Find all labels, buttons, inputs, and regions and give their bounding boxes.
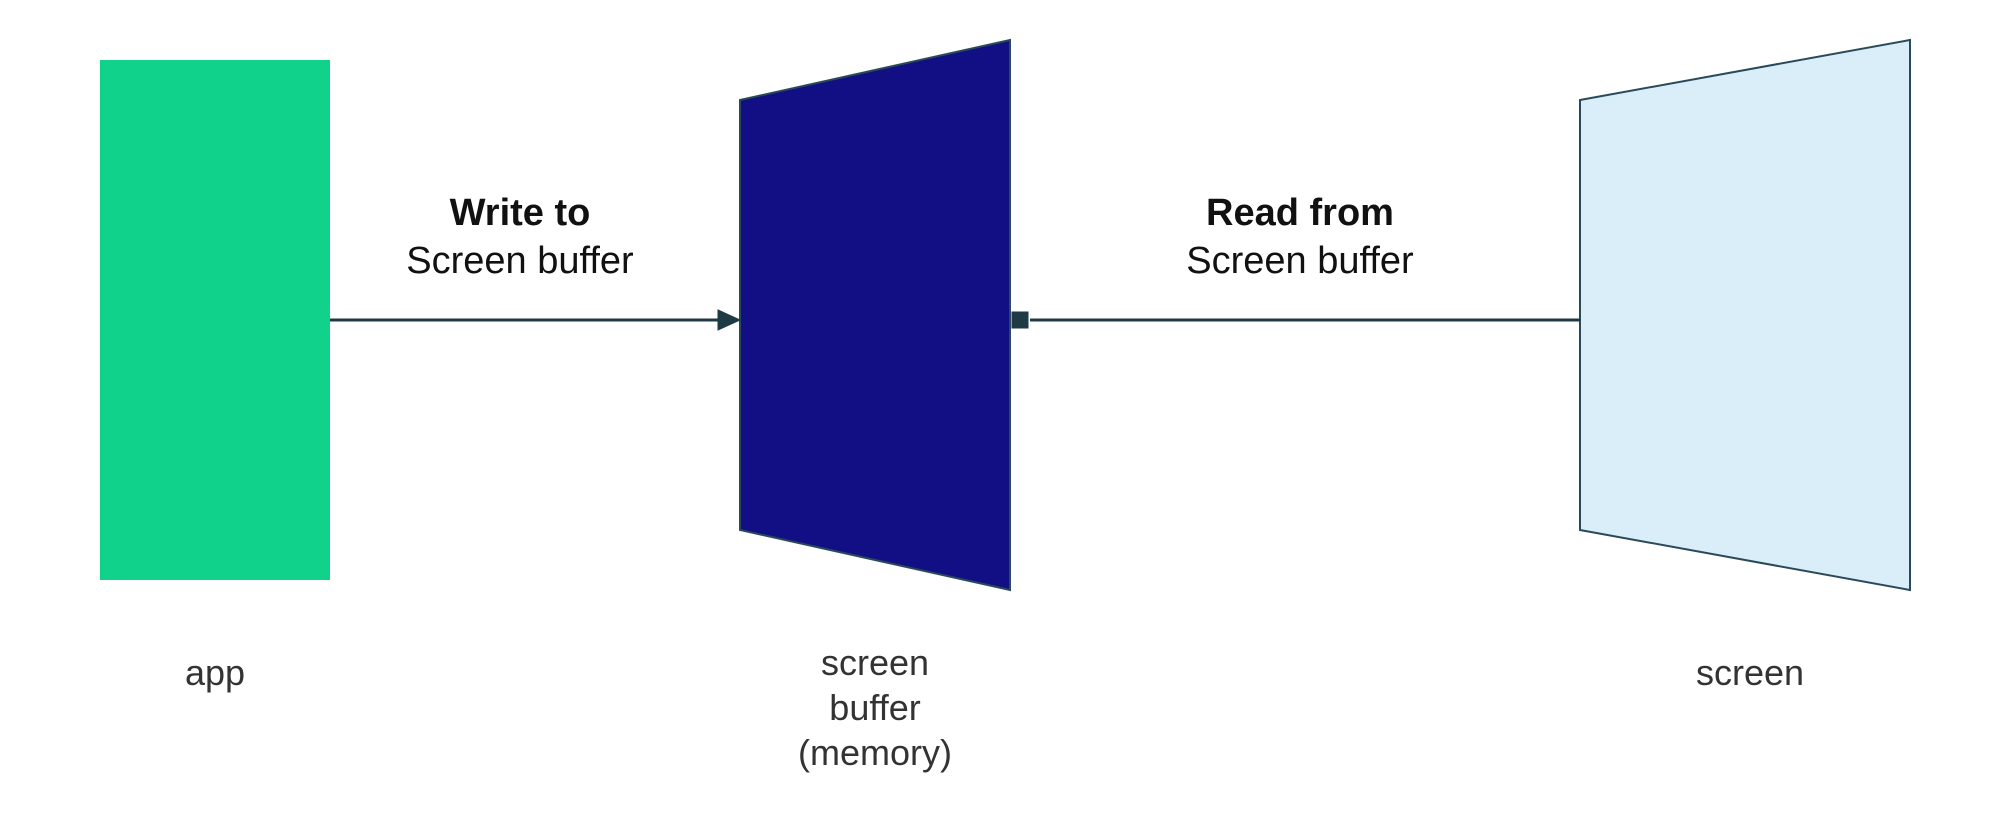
screen-shape	[1580, 40, 1910, 590]
read-arrow-bold: Read from	[1206, 192, 1394, 234]
screen-buffer-shape	[740, 40, 1010, 590]
write-arrow-sub: Screen buffer	[406, 240, 633, 282]
app-shape	[100, 60, 330, 580]
screen-caption: screen	[1600, 650, 1900, 695]
buffer-caption-line1: screen	[720, 640, 1030, 685]
write-arrow-bold: Write to	[450, 192, 591, 234]
write-arrow	[330, 310, 740, 330]
read-arrow-label: Read from Screen buffer	[1120, 190, 1480, 285]
buffer-caption-line3: (memory)	[720, 730, 1030, 775]
diagram-stage: Write to Screen buffer Read from Screen …	[0, 0, 1999, 816]
read-arrow-sub: Screen buffer	[1186, 240, 1413, 282]
read-arrow	[1012, 312, 1580, 328]
write-arrow-label: Write to Screen buffer	[360, 190, 680, 285]
buffer-caption-line2: buffer	[720, 685, 1030, 730]
app-caption: app	[80, 650, 350, 695]
buffer-caption: screen buffer (memory)	[720, 640, 1030, 775]
